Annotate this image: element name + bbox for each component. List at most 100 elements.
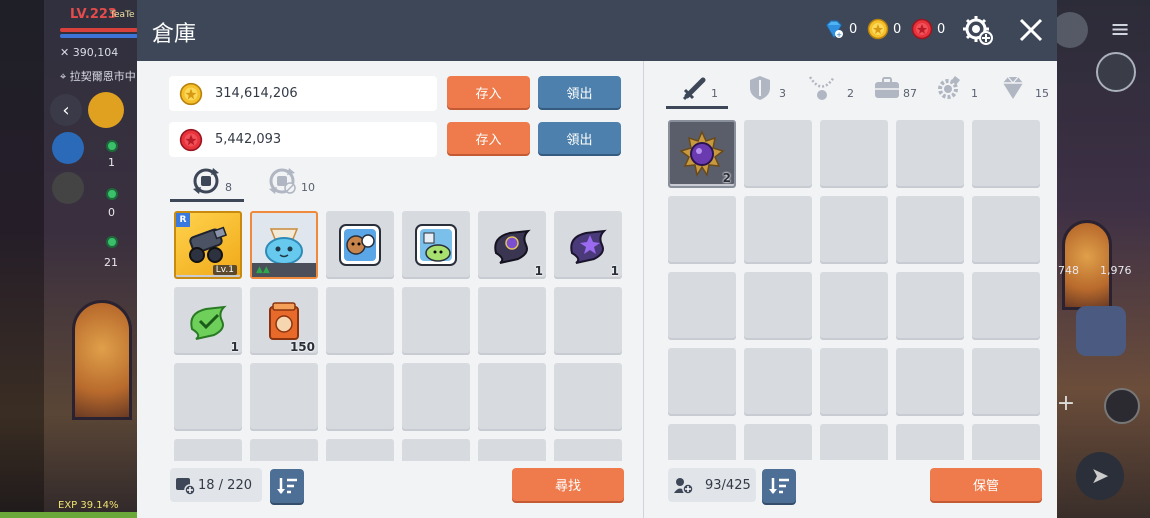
sort-button[interactable] — [270, 469, 304, 503]
active-tab-underline — [170, 199, 244, 202]
green-scroll-icon — [190, 305, 227, 340]
map-pin-icon: ⌖ — [60, 70, 67, 83]
empty-slot[interactable] — [326, 439, 394, 461]
empty-slot[interactable] — [896, 424, 964, 460]
combat-power-value: 390,104 — [72, 46, 119, 59]
inventory-slot[interactable]: 150 — [250, 287, 318, 355]
capacity-box: 18 / 220 — [170, 468, 262, 502]
dialog-title: 倉庫 — [152, 22, 197, 47]
item-level: Lv.1 — [212, 265, 237, 275]
empty-slot[interactable] — [402, 363, 470, 431]
store-button[interactable]: 保管 — [930, 468, 1042, 501]
empty-slot[interactable] — [478, 287, 546, 355]
empty-slot[interactable] — [896, 120, 964, 188]
meso-deposit-button[interactable]: 存入 — [447, 76, 530, 108]
map-pin-icon[interactable] — [1096, 52, 1136, 92]
capacity-count: 18 / 220 — [198, 477, 252, 493]
purple-gem-icon — [679, 130, 725, 177]
empty-slot[interactable] — [554, 439, 622, 461]
empty-slot[interactable] — [326, 363, 394, 431]
tab-armor[interactable]: 3 — [747, 74, 786, 102]
inventory-slot[interactable] — [326, 211, 394, 279]
empty-slot[interactable] — [744, 348, 812, 416]
empty-slot[interactable] — [820, 348, 888, 416]
empty-slot[interactable] — [478, 439, 546, 461]
red-coin-withdraw-button[interactable]: 領出 — [538, 122, 621, 154]
auto-icon[interactable] — [1104, 388, 1140, 424]
character-icon[interactable] — [1052, 12, 1088, 48]
empty-slot[interactable] — [554, 287, 622, 355]
empty-slot[interactable] — [896, 196, 964, 264]
player-name: TeaTe — [110, 10, 135, 20]
empty-slot[interactable] — [744, 272, 812, 340]
inventory-slot[interactable]: 1 — [478, 211, 546, 279]
sword-icon — [682, 77, 706, 101]
empty-slot[interactable] — [554, 363, 622, 431]
exp-label: EXP 39.14% — [58, 500, 119, 511]
empty-slot[interactable] — [744, 196, 812, 264]
necklace-icon — [808, 76, 836, 100]
empty-slot[interactable] — [478, 363, 546, 431]
empty-slot[interactable] — [250, 363, 318, 431]
empty-slot[interactable] — [668, 348, 736, 416]
handshake-icon[interactable] — [52, 172, 84, 204]
jump-icon[interactable]: ➤ — [1076, 452, 1124, 500]
empty-slot[interactable] — [668, 272, 736, 340]
tab-shareable[interactable]: 8 — [189, 166, 232, 196]
empty-slot[interactable] — [820, 120, 888, 188]
tab-non-shareable[interactable]: 10 — [265, 166, 315, 196]
location-name: 拉契爾恩市中 — [69, 70, 136, 83]
settings-coin-icon[interactable] — [962, 14, 994, 46]
red-coin-deposit-button[interactable]: 存入 — [447, 122, 530, 154]
empty-slot[interactable] — [668, 196, 736, 264]
inventory-slot[interactable]: 1 — [554, 211, 622, 279]
empty-slot[interactable] — [668, 424, 736, 460]
empty-slot[interactable] — [972, 196, 1040, 264]
briefcase-icon — [875, 77, 899, 98]
plus-icon[interactable]: + — [1056, 388, 1076, 418]
inventory-slot[interactable] — [402, 211, 470, 279]
empty-slot[interactable] — [174, 363, 242, 431]
pouch-icon — [269, 302, 299, 340]
empty-slot[interactable] — [972, 348, 1040, 416]
empty-slot[interactable] — [820, 424, 888, 460]
empty-slot[interactable] — [820, 196, 888, 264]
empty-slot[interactable] — [744, 424, 812, 460]
empty-slot[interactable] — [896, 348, 964, 416]
empty-slot[interactable] — [402, 287, 470, 355]
shared-inventory-grid: R Lv.1 ▲▲ 1 1 1 150 — [174, 211, 628, 461]
empty-slot[interactable] — [972, 424, 1040, 460]
empty-slot[interactable] — [250, 439, 318, 461]
item-quantity: 1 — [610, 264, 619, 278]
tab-enhance[interactable]: 1 — [935, 74, 978, 102]
purple-scroll-icon — [570, 229, 607, 264]
empty-slot[interactable] — [972, 272, 1040, 340]
inventory-slot[interactable]: 2 — [668, 120, 736, 188]
hud-count: 1 — [108, 156, 115, 169]
menu-icon[interactable]: ≡ — [1104, 14, 1136, 44]
close-icon[interactable] — [1017, 16, 1045, 44]
empty-slot[interactable] — [174, 439, 242, 461]
alarm-clock-icon[interactable] — [88, 92, 124, 128]
tab-equipment[interactable]: 1 — [681, 74, 718, 102]
tab-accessory[interactable]: 2 — [807, 74, 854, 102]
meso-withdraw-button[interactable]: 領出 — [538, 76, 621, 108]
tab-gem[interactable]: 15 — [999, 74, 1049, 102]
inventory-slot[interactable]: R Lv.1 — [174, 211, 242, 279]
empty-slot[interactable] — [744, 120, 812, 188]
sort-button[interactable] — [762, 469, 796, 503]
empty-slot[interactable] — [972, 120, 1040, 188]
tab-consumable[interactable]: 87 — [873, 74, 917, 102]
empty-slot[interactable] — [402, 439, 470, 461]
empty-slot[interactable] — [326, 287, 394, 355]
empty-slot[interactable] — [820, 272, 888, 340]
inventory-slot[interactable]: 1 — [174, 287, 242, 355]
empty-slot[interactable] — [896, 272, 964, 340]
skill-icon[interactable] — [52, 132, 84, 164]
back-arrow-icon[interactable]: ‹ — [50, 94, 82, 126]
storage-grid: 2 — [668, 120, 1044, 460]
quest-icon[interactable] — [1076, 306, 1126, 356]
hud-count: 0 — [108, 206, 115, 219]
inventory-slot[interactable]: ▲▲ — [250, 211, 318, 279]
search-button[interactable]: 尋找 — [512, 468, 624, 501]
